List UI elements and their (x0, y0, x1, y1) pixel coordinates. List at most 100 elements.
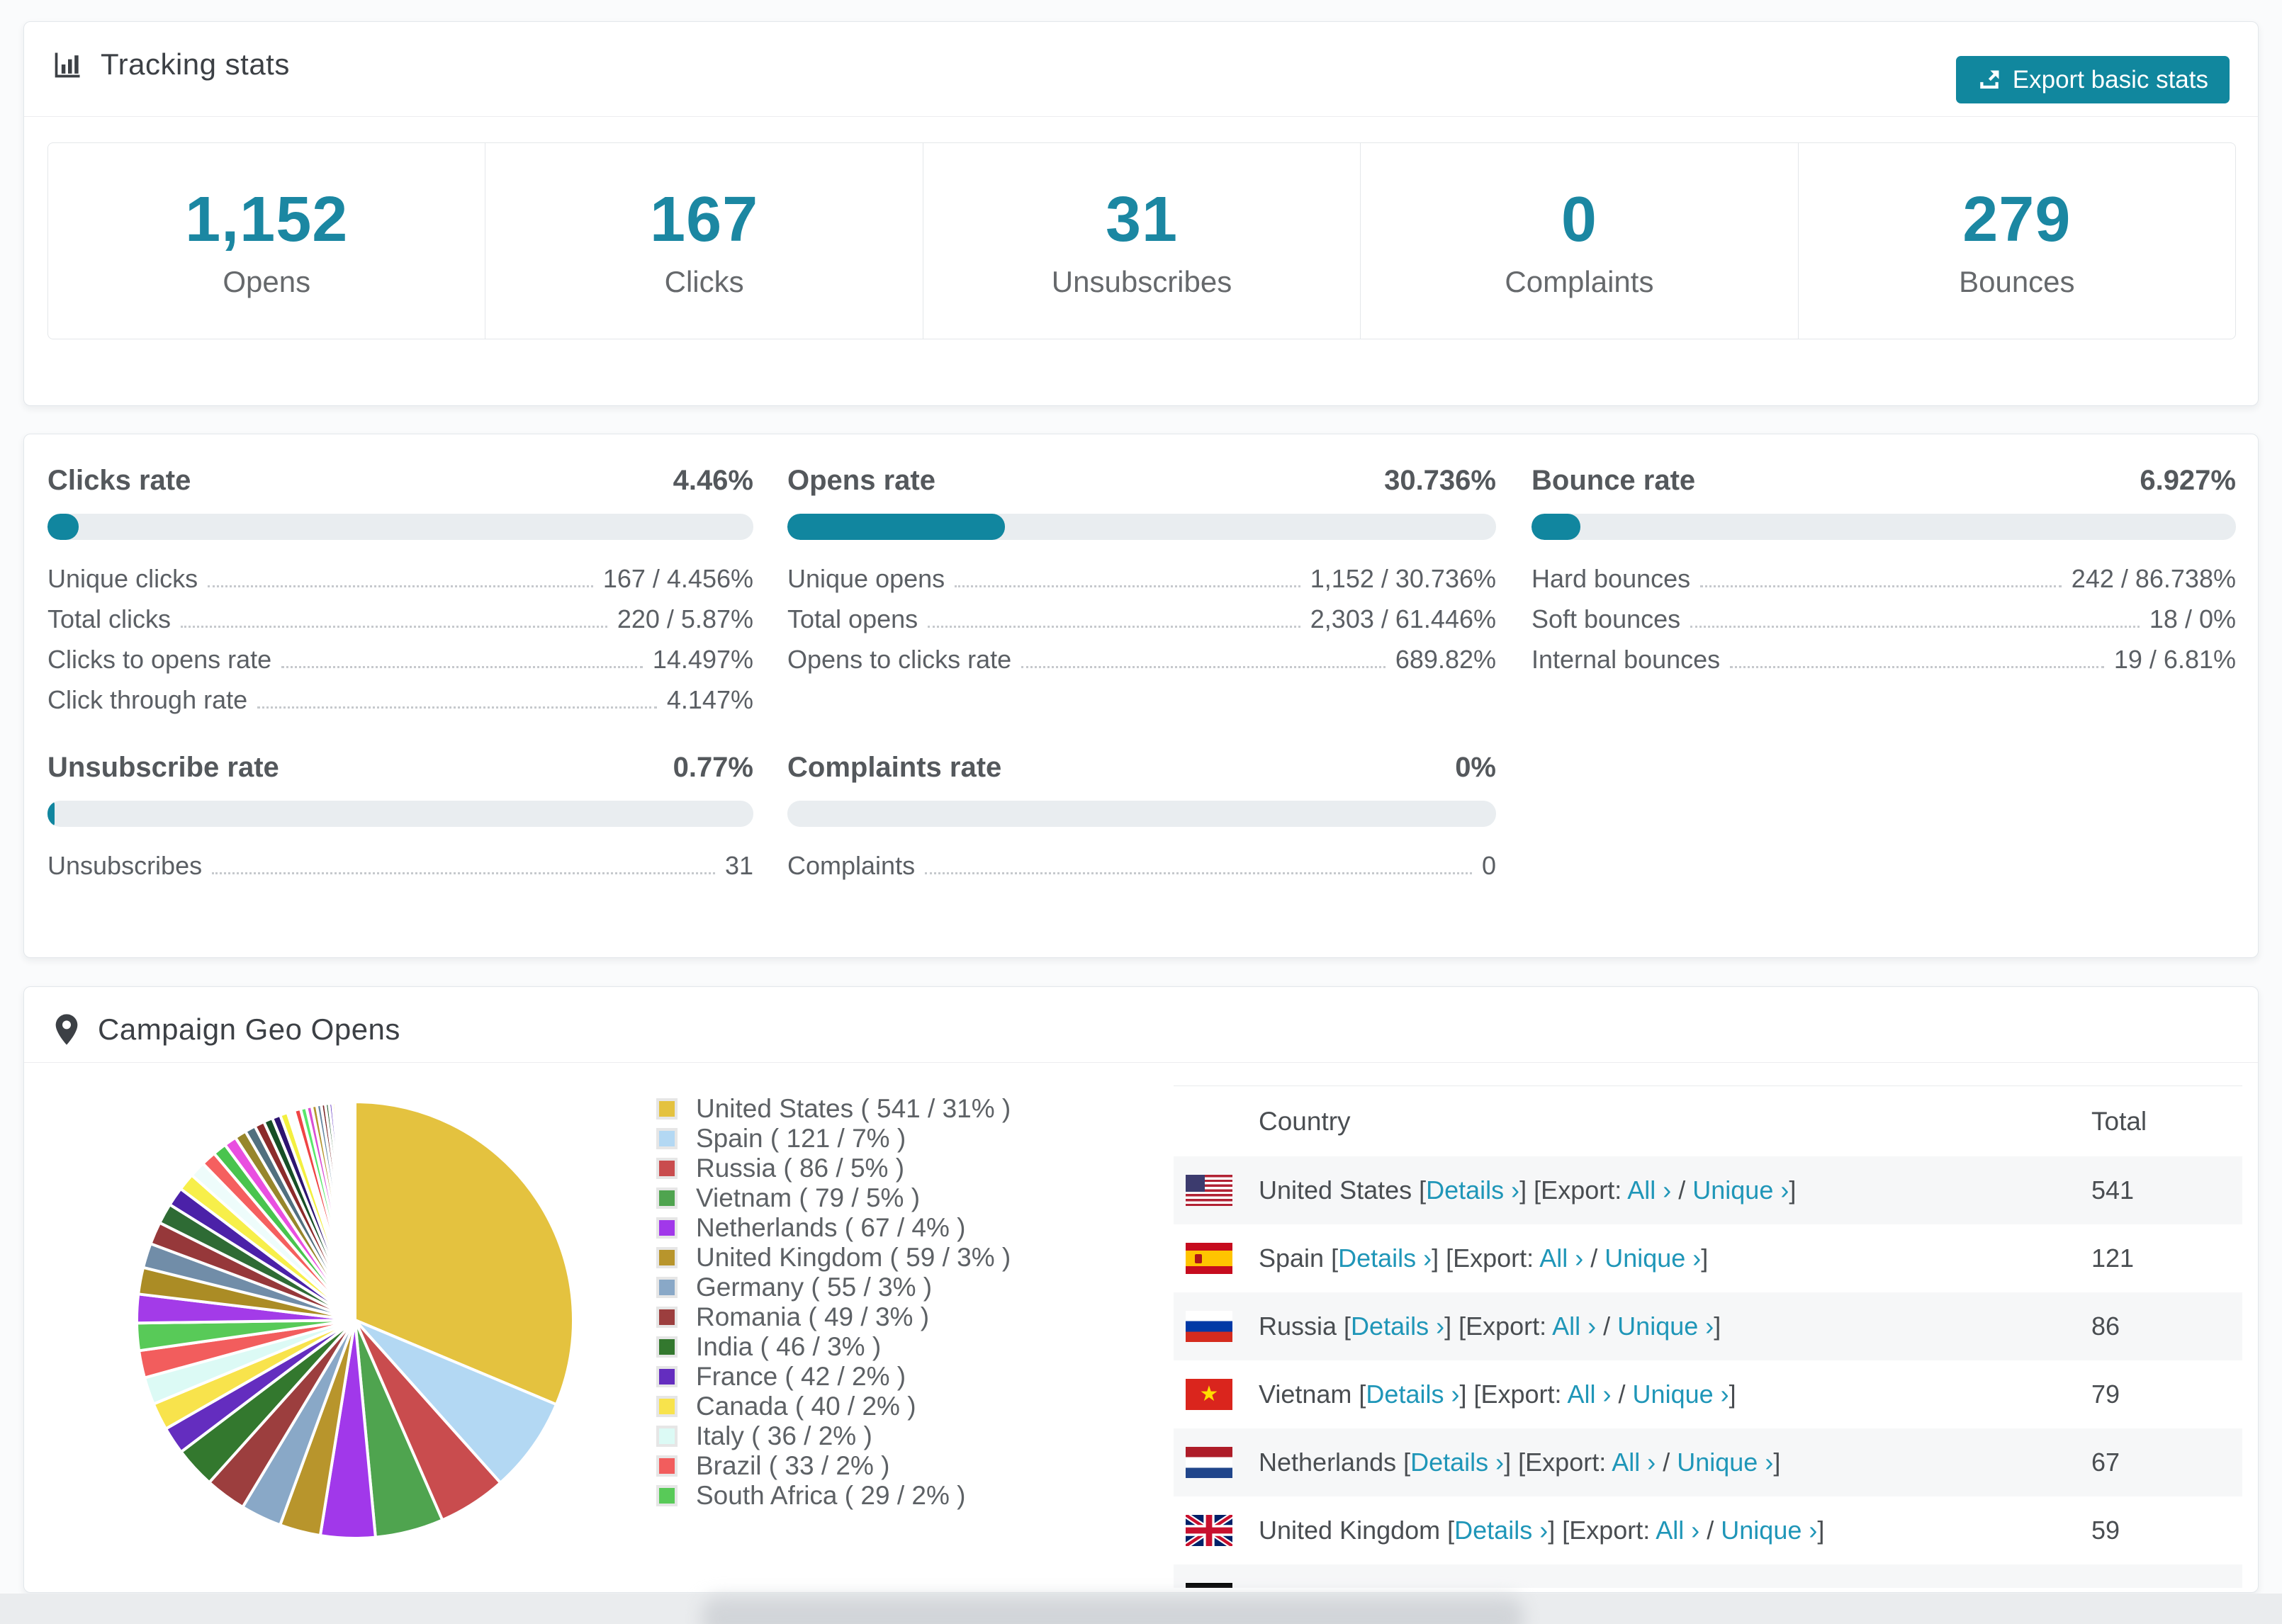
legend-item: Brazil ( 33 / 2% ) (656, 1451, 1011, 1481)
country-row-ru: Russia [Details ›] [Export: All › / Uniq… (1174, 1292, 2242, 1360)
details-link[interactable]: Details › (1454, 1516, 1548, 1545)
geo-header-divider (24, 1062, 2258, 1063)
country-row-gb: United Kingdom [Details ›] [Export: All … (1174, 1496, 2242, 1564)
dotted-leader (257, 706, 657, 709)
detail-value: 19 / 6.81% (2113, 645, 2236, 674)
legend-label: South Africa ( 29 / 2% ) (696, 1481, 966, 1510)
details-link[interactable]: Details › (1410, 1448, 1504, 1477)
stat-value: 279 (1962, 184, 2072, 255)
tracking-stats-card: Tracking stats Export basic stats 1,152 … (23, 21, 2259, 406)
legend-item: Italy ( 36 / 2% ) (656, 1421, 1011, 1451)
rate-detail-row: Hard bounces 242 / 86.738% (1531, 564, 2236, 604)
export-unique-link[interactable]: Unique › (1644, 1584, 1741, 1588)
export-all-link[interactable]: All › (1579, 1584, 1623, 1588)
stat-label: Complaints (1505, 264, 1654, 298)
legend-swatch (656, 1426, 678, 1447)
stats-summary-box: 1,152 Opens 167 Clicks 31 Unsubscribes 0 Co… (47, 142, 2236, 339)
country-cell: United States [Details ›] [Export: All ›… (1259, 1175, 1797, 1205)
rate-progress-bar (47, 801, 753, 827)
detail-value: 2,303 / 61.446% (1310, 604, 1496, 633)
country-row-vn: ★ Vietnam [Details ›] [Export: All › / U… (1174, 1360, 2242, 1428)
export-unique-link[interactable]: Unique › (1604, 1244, 1701, 1273)
legend-label: Romania ( 49 / 3% ) (696, 1302, 930, 1331)
export-unique-link[interactable]: Unique › (1721, 1516, 1817, 1545)
rate-title: Opens rate (787, 465, 935, 496)
dotted-leader (1700, 585, 2062, 587)
stat-cell-complaints: 0 Complaints (1361, 143, 1799, 339)
export-basic-stats-button[interactable]: Export basic stats (1955, 56, 2230, 103)
stat-cell-bounces: 279 Bounces (1799, 143, 2235, 339)
rate-detail-row: Click through rate 4.147% (47, 685, 753, 726)
export-icon (1977, 68, 2001, 92)
bar-chart-icon (52, 49, 84, 80)
detail-label: Total clicks (47, 604, 172, 633)
legend-item: Germany ( 55 / 3% ) (656, 1273, 1011, 1302)
rate-panel-bounce-rate: Bounce rate 6.927% Hard bounces 242 / 86… (1531, 465, 2236, 685)
country-row-es: Spain [Details ›] [Export: All › / Uniqu… (1174, 1224, 2242, 1292)
rate-detail-row: Unique clicks 167 / 4.456% (47, 564, 753, 604)
flag-icon-de (1186, 1583, 1232, 1588)
stat-label: Unsubscribes (1051, 264, 1232, 298)
rate-panel-complaints-rate: Complaints rate 0% Complaints 0 (787, 752, 1496, 891)
stat-cell-opens: 1,152 Opens (48, 143, 486, 339)
rate-value: 4.46% (673, 465, 753, 496)
rate-progress-fill (1531, 514, 1580, 540)
details-link[interactable]: Details › (1366, 1380, 1459, 1409)
rate-title: Unsubscribe rate (47, 752, 279, 783)
export-all-link[interactable]: All › (1552, 1312, 1596, 1341)
rates-card: Clicks rate 4.46% Unique clicks 167 / 4.… (23, 434, 2259, 958)
detail-value: 689.82% (1395, 645, 1496, 674)
details-link[interactable]: Details › (1378, 1584, 1471, 1588)
stat-label: Opens (223, 264, 311, 298)
details-link[interactable]: Details › (1426, 1175, 1519, 1205)
geo-opens-pie-chart (128, 1093, 582, 1547)
rate-panel-unsubscribe-rate: Unsubscribe rate 0.77% Unsubscribes 31 (47, 752, 753, 891)
detail-value: 4.147% (666, 685, 753, 714)
stat-cell-clicks: 167 Clicks (485, 143, 923, 339)
rate-progress-fill (787, 514, 1006, 540)
dotted-leader (928, 626, 1300, 628)
flag-icon-gb (1186, 1515, 1232, 1546)
header-divider (24, 116, 2258, 117)
rate-value: 6.927% (2140, 465, 2236, 496)
detail-value: 18 / 0% (2149, 604, 2236, 633)
detail-label: Total opens (787, 604, 918, 633)
export-all-link[interactable]: All › (1627, 1175, 1671, 1205)
total-cell: 67 (2091, 1448, 2120, 1477)
legend-swatch (656, 1396, 678, 1417)
detail-value: 220 / 5.87% (617, 604, 753, 633)
export-all-link[interactable]: All › (1568, 1380, 1612, 1409)
legend-item: France ( 42 / 2% ) (656, 1362, 1011, 1392)
country-cell: Spain [Details ›] [Export: All › / Uniqu… (1259, 1244, 1709, 1273)
export-unique-link[interactable]: Unique › (1692, 1175, 1789, 1205)
legend-label: Canada ( 40 / 2% ) (696, 1392, 916, 1421)
geo-header: Campaign Geo Opens (52, 1013, 400, 1047)
legend-swatch (656, 1336, 678, 1358)
legend-item: South Africa ( 29 / 2% ) (656, 1481, 1011, 1511)
flag-icon-us (1186, 1175, 1232, 1206)
legend-item: Romania ( 49 / 3% ) (656, 1302, 1011, 1332)
flag-icon-vn: ★ (1186, 1379, 1232, 1410)
legend-item: Vietnam ( 79 / 5% ) (656, 1183, 1011, 1213)
export-all-link[interactable]: All › (1656, 1516, 1699, 1545)
export-all-link[interactable]: All › (1612, 1448, 1656, 1477)
details-link[interactable]: Details › (1351, 1312, 1444, 1341)
country-cell: Germany [Details ›] [Export: All › / Uni… (1259, 1564, 1748, 1588)
rate-panel-clicks-rate: Clicks rate 4.46% Unique clicks 167 / 4.… (47, 465, 753, 726)
legend-item: India ( 46 / 3% ) (656, 1332, 1011, 1362)
dotted-leader (1021, 666, 1386, 668)
geo-title: Campaign Geo Opens (98, 1013, 400, 1046)
rate-detail-row: Total opens 2,303 / 61.446% (787, 604, 1496, 645)
export-unique-link[interactable]: Unique › (1617, 1312, 1714, 1341)
legend-label: Russia ( 86 / 5% ) (696, 1154, 905, 1183)
export-unique-link[interactable]: Unique › (1633, 1380, 1729, 1409)
detail-label: Click through rate (47, 685, 248, 714)
detail-label: Clicks to opens rate (47, 645, 272, 674)
legend-swatch (656, 1277, 678, 1298)
details-link[interactable]: Details › (1338, 1244, 1432, 1273)
detail-value: 242 / 86.738% (2071, 564, 2236, 593)
legend-swatch (656, 1485, 678, 1506)
export-all-link[interactable]: All › (1539, 1244, 1583, 1273)
export-unique-link[interactable]: Unique › (1677, 1448, 1773, 1477)
country-cell: Vietnam [Details ›] [Export: All › / Uni… (1259, 1380, 1736, 1409)
